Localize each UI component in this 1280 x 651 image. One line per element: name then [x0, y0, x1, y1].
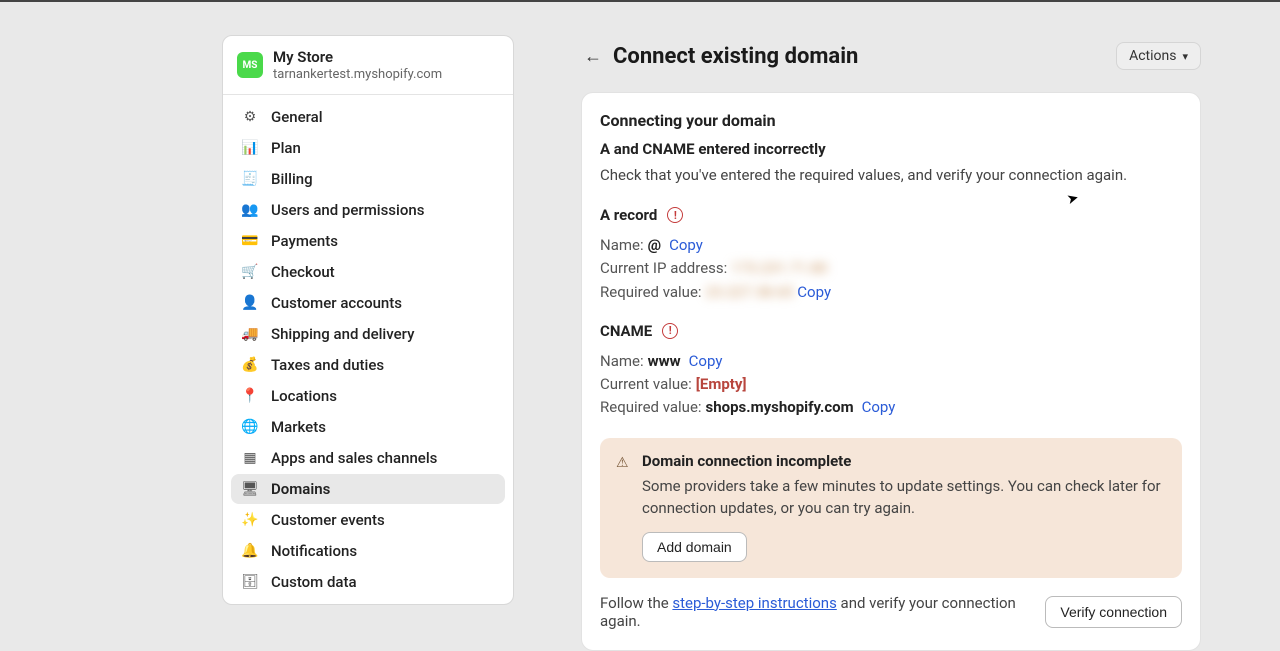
tax-icon: 💰 — [241, 356, 259, 374]
globe-icon: 🌐 — [241, 418, 259, 436]
store-avatar: MS — [237, 52, 263, 78]
nav-domains[interactable]: 🖥 Domains — [231, 474, 505, 504]
instructions-link[interactable]: step-by-step instructions — [672, 594, 836, 612]
cname-name-label: Name: — [600, 350, 644, 373]
bell-icon: 🔔 — [241, 542, 259, 560]
receipt-icon: 🧾 — [241, 170, 259, 188]
a-current-value: 173.231.71.80 — [731, 257, 827, 280]
users-icon: 👥 — [241, 201, 259, 219]
copy-a-name[interactable]: Copy — [669, 234, 703, 257]
add-domain-button[interactable]: Add domain — [642, 532, 747, 562]
card-icon: 💳 — [241, 232, 259, 250]
nav-label: Markets — [271, 418, 326, 436]
nav-label: Payments — [271, 232, 338, 250]
domain-icon: 🖥 — [241, 480, 259, 498]
nav-label: Users and permissions — [271, 201, 424, 219]
actions-label: Actions — [1129, 48, 1176, 64]
copy-cname-required[interactable]: Copy — [862, 396, 896, 419]
card-footer: Follow the step-by-step instructions and… — [600, 594, 1182, 630]
chart-icon: 📊 — [241, 139, 259, 157]
nav-label: Notifications — [271, 542, 357, 560]
a-required-value: 23.227.38.65 — [706, 281, 794, 304]
person-icon: 👤 — [241, 294, 259, 312]
nav-label: Taxes and duties — [271, 356, 384, 374]
back-button[interactable]: ← — [581, 44, 605, 68]
gear-icon: ⚙ — [241, 108, 259, 126]
settings-sidebar: MS My Store tarnankertest.myshopify.com … — [222, 35, 514, 605]
nav-taxes[interactable]: 💰 Taxes and duties — [231, 350, 505, 380]
nav-users[interactable]: 👥 Users and permissions — [231, 195, 505, 225]
verify-connection-button[interactable]: Verify connection — [1045, 596, 1182, 628]
error-icon: ! — [662, 323, 678, 339]
a-current-label: Current IP address: — [600, 257, 727, 280]
a-record-heading: A record ! — [600, 206, 1182, 224]
alert-title: Domain connection incomplete — [642, 452, 851, 470]
footer-prefix: Follow the — [600, 594, 672, 612]
nav-label: General — [271, 108, 323, 126]
events-icon: ✨ — [241, 511, 259, 529]
nav-shipping[interactable]: 🚚 Shipping and delivery — [231, 319, 505, 349]
copy-cname-name[interactable]: Copy — [689, 350, 723, 373]
footer-text: Follow the step-by-step instructions and… — [600, 594, 1045, 630]
nav-label: Apps and sales channels — [271, 449, 437, 467]
store-name: My Store — [273, 48, 442, 66]
a-name-label: Name: — [600, 234, 644, 257]
error-icon: ! — [667, 207, 683, 223]
cname-heading: CNAME ! — [600, 322, 1182, 340]
nav-label: Plan — [271, 139, 301, 157]
nav-general[interactable]: ⚙ General — [231, 102, 505, 132]
nav-locations[interactable]: 📍 Locations — [231, 381, 505, 411]
nav-checkout[interactable]: 🛒 Checkout — [231, 257, 505, 287]
cname-block: Name: www Copy Current value: [Empty] Re… — [600, 350, 1182, 420]
a-required-label: Required value: — [600, 281, 702, 304]
nav-payments[interactable]: 💳 Payments — [231, 226, 505, 256]
actions-button[interactable]: Actions ▾ — [1116, 42, 1201, 70]
cname-required-value: shops.myshopify.com — [706, 396, 854, 419]
nav-custom-data[interactable]: 🗄 Custom data — [231, 567, 505, 597]
nav-apps[interactable]: ▦ Apps and sales channels — [231, 443, 505, 473]
cart-icon: 🛒 — [241, 263, 259, 281]
main-content: ← Connect existing domain Actions ▾ Conn… — [581, 42, 1201, 651]
nav-label: Domains — [271, 480, 330, 498]
nav-label: Billing — [271, 170, 313, 188]
nav-label: Shipping and delivery — [271, 325, 414, 343]
truck-icon: 🚚 — [241, 325, 259, 343]
apps-icon: ▦ — [241, 449, 259, 467]
domain-card: Connecting your domain A and CNAME enter… — [581, 92, 1201, 651]
page-header: ← Connect existing domain Actions ▾ — [581, 42, 1201, 70]
pin-icon: 📍 — [241, 387, 259, 405]
nav-label: Customer accounts — [271, 294, 402, 312]
data-icon: 🗄 — [241, 573, 259, 591]
nav-label: Locations — [271, 387, 337, 405]
nav-label: Customer events — [271, 511, 385, 529]
nav-customer-events[interactable]: ✨ Customer events — [231, 505, 505, 535]
nav-customer-accounts[interactable]: 👤 Customer accounts — [231, 288, 505, 318]
nav-notifications[interactable]: 🔔 Notifications — [231, 536, 505, 566]
a-name-value: @ — [648, 234, 661, 257]
cname-required-label: Required value: — [600, 396, 702, 419]
nav-billing[interactable]: 🧾 Billing — [231, 164, 505, 194]
copy-a-required[interactable]: Copy — [797, 281, 831, 304]
cname-name-value: www — [648, 350, 681, 373]
a-record-block: Name: @ Copy Current IP address: 173.231… — [600, 234, 1182, 304]
cname-current-label: Current value: — [600, 373, 692, 396]
settings-nav: ⚙ General 📊 Plan 🧾 Billing 👥 Users and permi… — [223, 95, 513, 604]
store-header[interactable]: MS My Store tarnankertest.myshopify.com — [223, 36, 513, 95]
nav-plan[interactable]: 📊 Plan — [231, 133, 505, 163]
card-description: Check that you've entered the required v… — [600, 166, 1182, 184]
page-title: Connect existing domain — [613, 44, 1116, 69]
incomplete-alert: ⚠ Domain connection incomplete Some prov… — [600, 438, 1182, 578]
alert-body: Some providers take a few minutes to upd… — [642, 475, 1166, 520]
nav-markets[interactable]: 🌐 Markets — [231, 412, 505, 442]
store-domain: tarnankertest.myshopify.com — [273, 67, 442, 82]
nav-label: Custom data — [271, 573, 357, 591]
card-subtitle: A and CNAME entered incorrectly — [600, 140, 1182, 158]
cname-label: CNAME — [600, 322, 652, 340]
chevron-down-icon: ▾ — [1182, 50, 1188, 63]
cname-current-value: [Empty] — [696, 373, 747, 396]
a-record-label: A record — [600, 206, 657, 224]
nav-label: Checkout — [271, 263, 335, 281]
card-title: Connecting your domain — [600, 111, 1182, 130]
warning-icon: ⚠ — [616, 455, 632, 471]
